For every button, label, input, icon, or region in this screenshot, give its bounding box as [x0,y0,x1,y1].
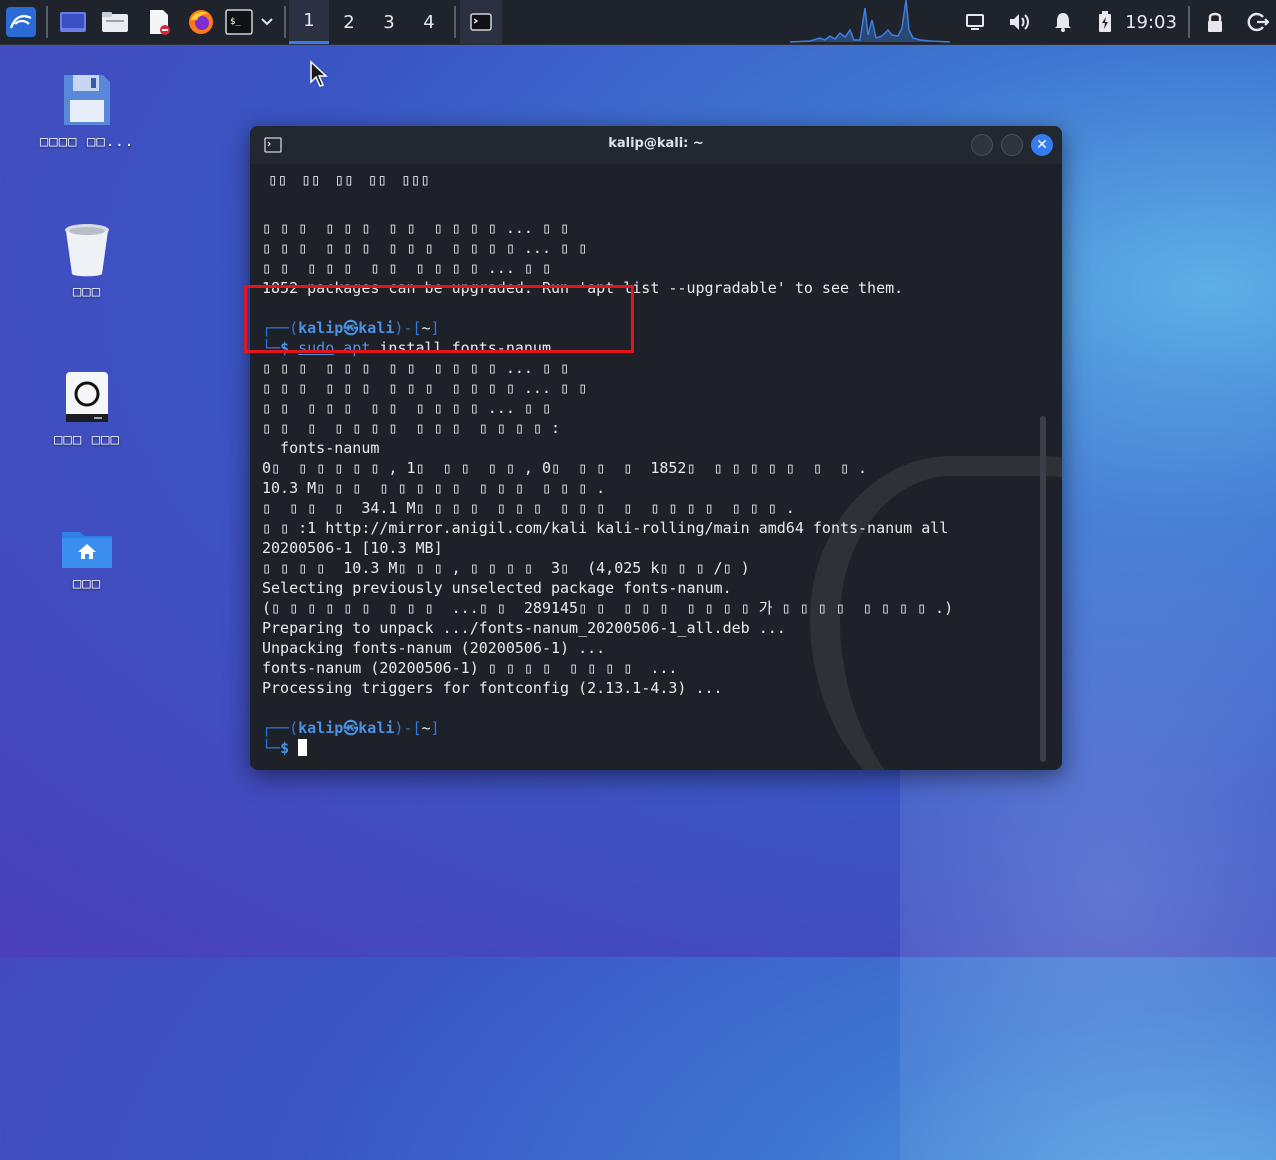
highlight-box [244,285,634,353]
terminal-output[interactable]: ▯ ▯ ▯ ▯ ▯ ▯ ▯ ▯ ▯ ▯ ▯ ▯ ... ▯ ▯ ▯ ▯ ▯ ▯ ▯… [262,198,1042,764]
terminal-launcher-icon[interactable]: $_ [224,0,254,44]
home-folder-icon [62,532,112,568]
output-line: ▯ ▯ ▯ ▯ 10.3 M▯ ▯ ▯ , ▯ ▯ ▯ ▯ 3▯ (4,025 … [262,559,750,577]
trash-icon [65,224,109,277]
bell-icon[interactable] [1048,0,1078,44]
workspace-4[interactable]: 4 [409,0,449,44]
close-button[interactable]: ✕ [1031,134,1053,156]
workspace-3[interactable]: 3 [369,0,409,44]
lock-icon[interactable] [1202,0,1228,44]
output-line: (▯ ▯ ▯ ▯ ▯ ▯ ▯ ▯ ▯ ...▯ ▯ 289145▯ ▯ ▯ ▯ … [262,599,954,617]
text-cursor [298,739,308,756]
terminal-scrollbar[interactable] [1040,416,1046,762]
kali-menu-icon[interactable] [2,0,40,44]
desktop-icon-label: □□□□ □□... [39,134,135,150]
output-line: ▯ ▯ ▯ ▯ ▯ ▯ ▯ ▯ ▯ ▯ ▯ ▯ ... ▯ ▯ [262,219,570,237]
cpu-graph-icon [790,0,950,44]
output-line: ▯ ▯ ▯ ▯ ▯ ▯ ▯ ▯ ▯ ▯ ▯ ▯ ▯ ... ▯ ▯ [262,379,588,397]
desktop-icon-label: □□□ [72,576,102,592]
minimize-button[interactable] [971,134,993,156]
firefox-icon[interactable] [184,0,218,44]
output-line: Processing triggers for fontconfig (2.13… [262,679,723,697]
output-line: Selecting previously unselected package … [262,579,732,597]
floppy-disk-icon [64,75,110,125]
desktop-icon-home[interactable]: □□□ [22,526,152,592]
menu-item-terminal[interactable]: ▯▯ [368,170,387,189]
desktop-icon-trash[interactable]: □□□ [22,222,152,300]
output-line: fonts-nanum (20200506-1) ▯ ▯ ▯ ▯ ▯ ▯ ▯ ▯… [262,659,678,677]
output-line: ▯ ▯ ▯ ▯ ▯ ▯ ▯ ▯ ▯ ▯ ▯ ... ▯ ▯ [262,399,551,417]
prompt-line: ┌──(kalip㉿kali)-[~] [262,719,440,737]
close-icon: ✕ [1036,137,1048,153]
output-line: ▯ ▯ ▯ ▯ 34.1 M▯ ▯ ▯ ▯ ▯ ▯ ▯ ▯ ▯ ▯ ▯ ▯ ▯ … [262,499,795,517]
command-line[interactable]: └─$ [262,738,1042,758]
output-line: ▯ ▯ ▯ ▯ ▯ ▯ ▯ ▯ ▯ ▯ ▯ ▯ ▯ ▯ : [262,419,561,437]
desktop-icon-drive[interactable]: □□□ □□□ [22,370,152,448]
menu-item-help[interactable]: ▯▯▯ [401,170,430,189]
taskbar: $_ 1 2 3 4 19:03 [0,0,1276,45]
display-icon[interactable] [960,0,990,44]
workspace-2[interactable]: 2 [329,0,369,44]
terminal-window[interactable]: kalip@kali: ~ ✕ ▯▯ ▯▯ ▯▯ ▯▯ ▯▯▯ ▯ ▯ ▯ ▯ … [250,126,1062,770]
output-line: 10.3 M▯ ▯ ▯ ▯ ▯ ▯ ▯ ▯ ▯ ▯ ▯ ▯ ▯ ▯ . [262,479,606,497]
drive-icon [66,372,108,422]
output-line: ▯ ▯ ▯ ▯ ▯ ▯ ▯ ▯ ▯ ▯ ▯ ▯ ▯ ... ▯ ▯ [262,239,588,257]
prompt-user: kalip㉿kali [298,719,395,737]
file-manager-icon[interactable] [98,0,132,44]
desktop-icon-label: □□□ □□□ [53,432,120,448]
output-line: fonts-nanum [262,439,380,457]
battery-icon[interactable] [1092,0,1118,44]
output-line: ▯ ▯ :1 http://mirror.anigil.com/kali kal… [262,519,949,537]
taskbar-terminal-window[interactable] [460,0,502,44]
clock[interactable]: 19:03 [1124,0,1178,44]
terminal-titlebar[interactable]: kalip@kali: ~ ✕ [250,126,1062,164]
volume-icon[interactable] [1004,0,1034,44]
output-line: ▯ ▯ ▯ ▯ ▯ ▯ ▯ ▯ ▯ ▯ ▯ ▯ ... ▯ ▯ [262,359,570,377]
maximize-button[interactable] [1001,134,1023,156]
output-line: Unpacking fonts-nanum (20200506-1) ... [262,639,606,657]
window-title: kalip@kali: ~ [608,136,704,151]
output-line: 20200506-1 [10.3 MB] [262,539,443,557]
desktop-icon-floppy[interactable]: □□□□ □□... [22,72,152,150]
svg-text:$_: $_ [230,17,241,27]
workspace-1[interactable]: 1 [289,0,329,44]
desktop-icon-label: □□□ [72,284,102,300]
terminal-menubar: ▯▯ ▯▯ ▯▯ ▯▯ ▯▯▯ [268,170,430,189]
menu-item-file[interactable]: ▯▯ [268,170,287,189]
menu-item-edit[interactable]: ▯▯ [301,170,320,189]
logout-icon[interactable] [1244,0,1272,44]
output-line: 0▯ ▯ ▯ ▯ ▯ ▯ , 1▯ ▯ ▯ ▯ ▯ , 0▯ ▯ ▯ ▯ 185… [262,459,868,477]
output-line: ▯ ▯ ▯ ▯ ▯ ▯ ▯ ▯ ▯ ▯ ▯ ... ▯ ▯ [262,259,551,277]
text-editor-icon[interactable] [142,0,176,44]
menu-item-view[interactable]: ▯▯ [335,170,354,189]
output-line: Preparing to unpack .../fonts-nanum_2020… [262,619,786,637]
chevron-down-icon[interactable] [256,0,278,44]
show-desktop-icon[interactable] [56,0,90,44]
mouse-pointer-icon [310,60,328,87]
